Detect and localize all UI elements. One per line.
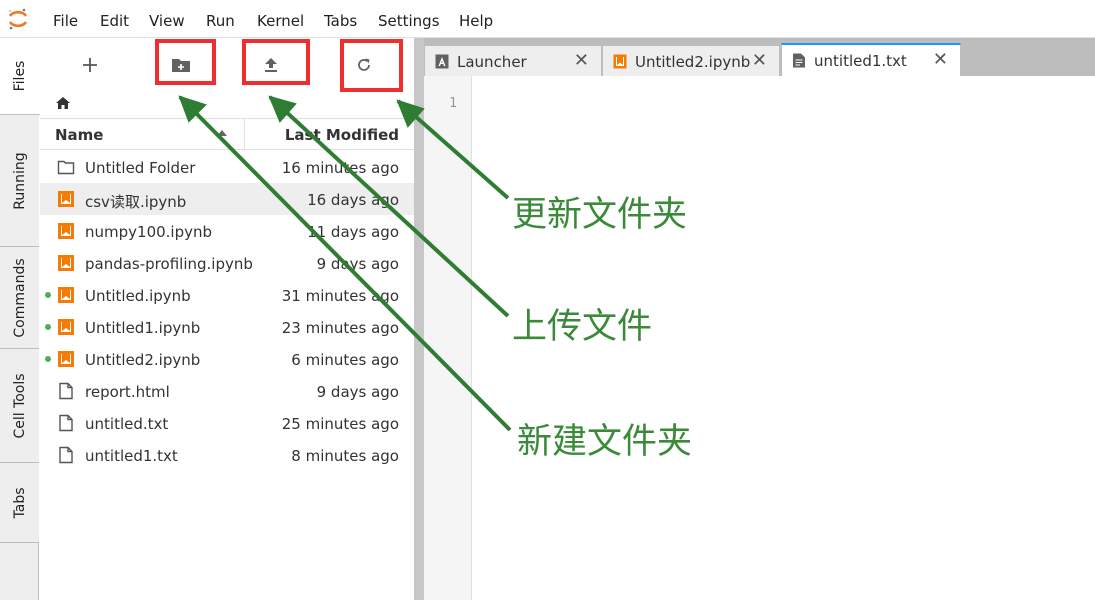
file-modified: 6 minutes ago bbox=[291, 351, 399, 369]
file-modified: 25 minutes ago bbox=[281, 415, 399, 433]
menu-edit[interactable]: Edit bbox=[100, 12, 129, 30]
sidebar-tab-tabs[interactable]: Tabs bbox=[0, 463, 39, 543]
left-sidebar-tabs: Files Running Commands Cell Tools Tabs bbox=[0, 38, 40, 600]
file-row[interactable]: Untitled1.ipynb 23 minutes ago bbox=[40, 311, 414, 343]
notebook-icon bbox=[57, 222, 75, 240]
file-modified: 9 days ago bbox=[316, 383, 399, 401]
notebook-icon bbox=[57, 190, 75, 208]
file-browser: Name Last Modified Untitled Folder 16 min… bbox=[40, 38, 414, 600]
file-name: Untitled2.ipynb bbox=[85, 351, 201, 369]
file-row[interactable]: numpy100.ipynb 11 days ago bbox=[40, 215, 414, 247]
annotation-new-folder-label: 新建文件夹 bbox=[517, 422, 693, 462]
tab-launcher[interactable]: Launcher ✕ bbox=[424, 45, 602, 76]
file-row[interactable]: Untitled.ipynb 31 minutes ago bbox=[40, 279, 414, 311]
text-file-icon bbox=[793, 53, 805, 68]
file-modified: 8 minutes ago bbox=[291, 447, 399, 465]
column-header-name[interactable]: Name bbox=[55, 126, 103, 144]
annotation-refresh-label: 更新文件夹 bbox=[512, 195, 688, 235]
file-modified: 31 minutes ago bbox=[281, 287, 399, 305]
sidebar-tab-label: Commands bbox=[11, 257, 28, 338]
annotation-upload-label: 上传文件 bbox=[512, 307, 653, 347]
sidebar-tab-cell-tools[interactable]: Cell Tools bbox=[0, 349, 39, 463]
sidebar-tab-commands[interactable]: Commands bbox=[0, 247, 39, 349]
close-icon[interactable]: ✕ bbox=[574, 50, 589, 71]
menu-file[interactable]: File bbox=[53, 12, 78, 30]
file-modified: 11 days ago bbox=[307, 223, 399, 241]
file-row[interactable]: pandas-profiling.ipynb 9 days ago bbox=[40, 247, 414, 279]
file-name: report.html bbox=[85, 383, 170, 401]
breadcrumb[interactable] bbox=[56, 94, 70, 113]
file-name: csv读取.ipynb bbox=[85, 193, 187, 211]
menu-help[interactable]: Help bbox=[459, 12, 493, 30]
running-indicator-dot bbox=[45, 356, 51, 362]
file-row[interactable]: untitled.txt 25 minutes ago bbox=[40, 407, 414, 439]
menu-tabs[interactable]: Tabs bbox=[324, 12, 357, 30]
menu-run[interactable]: Run bbox=[206, 12, 235, 30]
line-number: 1 bbox=[449, 96, 457, 111]
running-indicator-dot bbox=[45, 292, 51, 298]
tab-untitled2-ipynb[interactable]: Untitled2.ipynb ✕ bbox=[602, 45, 780, 76]
notebook-icon bbox=[613, 54, 627, 69]
notebook-icon bbox=[57, 350, 75, 368]
sidebar-tab-running[interactable]: Running bbox=[0, 115, 39, 247]
menu-bar: File Edit View Run Kernel Tabs Settings … bbox=[0, 0, 1095, 38]
file-modified: 16 days ago bbox=[307, 191, 399, 209]
sidebar-tab-label: Files bbox=[12, 60, 28, 92]
upload-highlight-box bbox=[242, 39, 310, 85]
close-icon[interactable]: ✕ bbox=[752, 50, 767, 71]
file-name: Untitled Folder bbox=[85, 159, 196, 177]
refresh-highlight-box bbox=[340, 39, 403, 92]
plus-icon bbox=[83, 58, 97, 72]
column-divider bbox=[244, 119, 245, 149]
file-modified: 16 minutes ago bbox=[281, 159, 399, 177]
file-name: Untitled.ipynb bbox=[85, 287, 191, 305]
file-name: pandas-profiling.ipynb bbox=[85, 255, 253, 273]
sidebar-tab-label: Cell Tools bbox=[11, 372, 28, 439]
column-header-modified[interactable]: Last Modified bbox=[285, 126, 399, 144]
sort-caret-icon bbox=[217, 130, 227, 136]
menu-settings[interactable]: Settings bbox=[378, 12, 440, 30]
document-tab-bar: Launcher ✕ Untitled2.ipynb ✕ untitled1.t… bbox=[424, 38, 1095, 76]
file-row[interactable]: report.html 9 days ago bbox=[40, 375, 414, 407]
sidebar-tab-label: Tabs bbox=[11, 487, 28, 518]
file-modified: 23 minutes ago bbox=[281, 319, 399, 337]
tab-untitled1-txt[interactable]: untitled1.txt ✕ bbox=[781, 43, 961, 76]
close-icon[interactable]: ✕ bbox=[933, 49, 948, 70]
notebook-icon bbox=[57, 254, 75, 272]
menu-kernel[interactable]: Kernel bbox=[257, 12, 304, 30]
jupyter-logo-icon bbox=[8, 8, 28, 30]
file-name: untitled.txt bbox=[85, 415, 169, 433]
file-row[interactable]: Untitled Folder 16 minutes ago bbox=[40, 151, 414, 183]
new-launcher-button[interactable] bbox=[67, 44, 113, 86]
folder-icon bbox=[57, 158, 75, 176]
file-icon bbox=[57, 414, 75, 432]
file-name: Untitled1.ipynb bbox=[85, 319, 201, 337]
menu-view[interactable]: View bbox=[149, 12, 185, 30]
file-list-header: Name Last Modified bbox=[40, 118, 414, 150]
file-row[interactable]: untitled1.txt 8 minutes ago bbox=[40, 439, 414, 471]
file-icon bbox=[57, 446, 75, 464]
running-indicator-dot bbox=[45, 324, 51, 330]
home-icon bbox=[56, 97, 70, 109]
new-folder-highlight-box bbox=[155, 39, 216, 85]
file-modified: 9 days ago bbox=[316, 255, 399, 273]
tab-label: Untitled2.ipynb bbox=[635, 53, 751, 71]
panel-splitter[interactable] bbox=[414, 38, 424, 600]
file-name: numpy100.ipynb bbox=[85, 223, 213, 241]
file-icon bbox=[57, 382, 75, 400]
file-row[interactable]: csv读取.ipynb 16 days ago bbox=[40, 183, 414, 215]
sidebar-tab-label: Running bbox=[11, 151, 28, 210]
line-number-gutter: 1 bbox=[424, 76, 472, 600]
notebook-icon bbox=[57, 318, 75, 336]
tab-label: untitled1.txt bbox=[814, 52, 907, 70]
launcher-icon bbox=[435, 54, 449, 69]
file-name: untitled1.txt bbox=[85, 447, 178, 465]
sidebar-tab-files[interactable]: Files bbox=[0, 38, 40, 115]
file-row[interactable]: Untitled2.ipynb 6 minutes ago bbox=[40, 343, 414, 375]
tab-label: Launcher bbox=[457, 53, 527, 71]
notebook-icon bbox=[57, 286, 75, 304]
